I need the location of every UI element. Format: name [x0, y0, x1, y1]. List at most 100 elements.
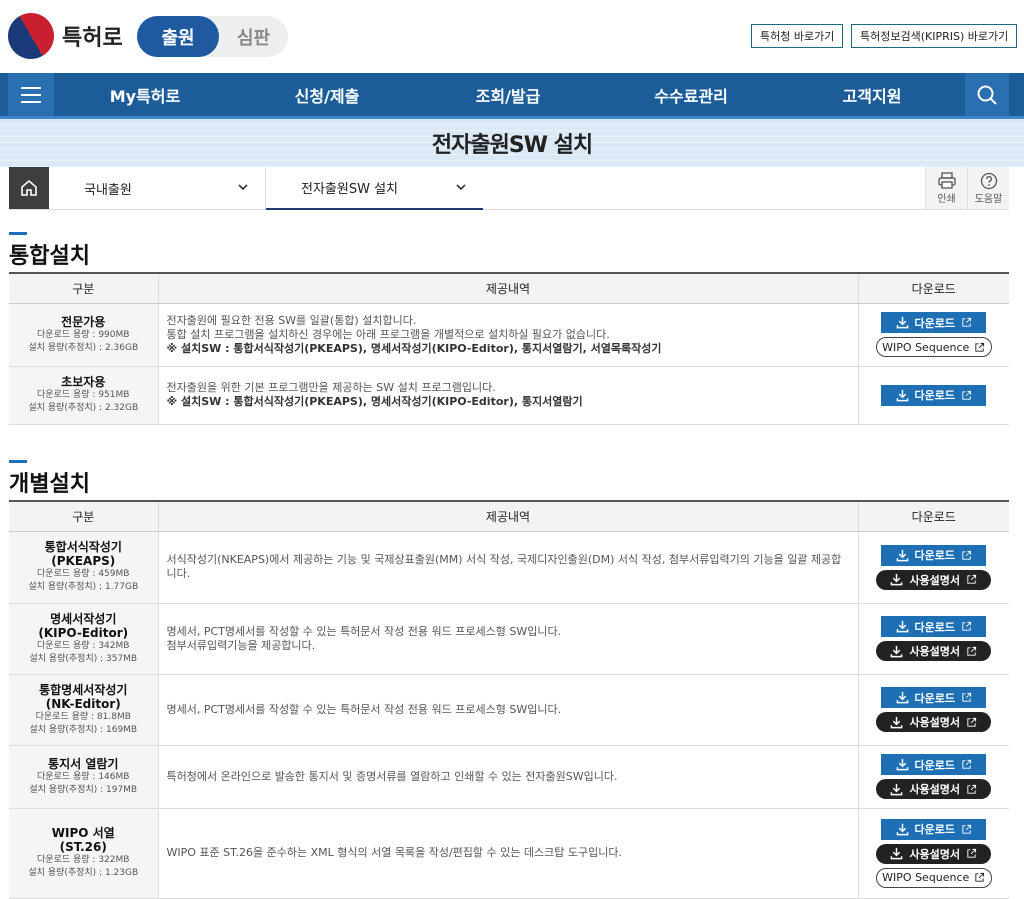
manual-label: 사용설명서 — [909, 783, 961, 796]
integrated-install-title: 통합설치 — [9, 232, 90, 270]
row-description: 전자출원을 위한 기본 프로그램만을 제공하는 SW 설치 프로그램입니다. ※… — [158, 366, 859, 425]
row-category: WIPO 서열 (ST.26) 다운로드 용량 : 322MB 설치 용량(추정… — [9, 808, 159, 899]
nav-inquiry-issue[interactable]: 조회/발급 — [448, 73, 568, 116]
download-size: 다운로드 용량 : 459MB — [37, 569, 130, 579]
row-downloads: 다운로드 — [858, 366, 1009, 425]
manual-button[interactable]: 사용설명서 — [876, 641, 992, 661]
nav-customer-support[interactable]: 고객지원 — [812, 73, 932, 116]
download-button[interactable]: 다운로드 — [881, 687, 987, 708]
row-downloads: 다운로드 사용설명서 — [858, 745, 1009, 809]
col-details: 제공내역 — [158, 272, 859, 304]
row-downloads: 다운로드 사용설명서 — [858, 674, 1009, 746]
print-button[interactable]: 인쇄 — [925, 167, 967, 209]
table-row: 통합명세서작성기 (NK-Editor) 다운로드 용량 : 81.8MB 설치… — [9, 674, 1009, 746]
row-name-sub: (PKEAPS) — [51, 554, 116, 568]
col-download: 다운로드 — [858, 272, 1009, 304]
external-link-icon — [966, 646, 977, 657]
row-name: 통지서 열람기 — [48, 756, 119, 771]
wipo-sequence-button[interactable]: WIPO Sequence — [875, 867, 992, 888]
page-title: 전자출원SW 설치 — [431, 133, 593, 158]
desc-line: 명세서, PCT명세서를 작성할 수 있는 특허문서 작성 전용 워드 프로세스… — [166, 702, 562, 716]
row-downloads: 다운로드 WIPO Sequence — [858, 303, 1009, 367]
row-category: 초보자용 다운로드 용량 : 951MB 설치 용량(추정치) : 2.32GB — [9, 366, 159, 425]
row-description: 특허청에서 온라인으로 발송한 통지서 및 증명서류를 열람하고 인쇄할 수 있… — [158, 745, 859, 809]
col-category: 구분 — [9, 272, 159, 304]
kipris-link[interactable]: 특허정보검색(KIPRIS) 바로가기 — [851, 24, 1018, 48]
install-size: 설치 용량(추정치) : 197MB — [29, 784, 138, 795]
download-icon — [896, 620, 909, 633]
global-nav: My특허로 신청/제출 조회/발급 수수료관리 고객지원 — [0, 73, 1024, 119]
download-size: 다운로드 용량 : 951MB — [37, 390, 130, 400]
breadcrumb: 국내출원 전자출원SW 설치 인쇄 도움말 — [9, 167, 1009, 210]
table-row: 초보자용 다운로드 용량 : 951MB 설치 용량(추정치) : 2.32GB… — [9, 366, 1009, 425]
help-label: 도움말 — [974, 193, 1003, 205]
manual-button[interactable]: 사용설명서 — [876, 712, 992, 732]
table-row: 통합서식작성기 (PKEAPS) 다운로드 용량 : 459MB 설치 용량(추… — [9, 531, 1009, 604]
mode-switch: 출원 심판 — [137, 16, 288, 57]
download-button[interactable]: 다운로드 — [881, 384, 987, 406]
row-description: 명세서, PCT명세서를 작성할 수 있는 특허문서 작성 전용 워드 프로세스… — [158, 674, 859, 746]
download-button[interactable]: 다운로드 — [881, 312, 987, 333]
row-downloads: 다운로드 사용설명서 — [858, 603, 1009, 675]
manual-label: 사용설명서 — [909, 645, 961, 658]
download-button[interactable]: 다운로드 — [881, 754, 987, 775]
col-category: 구분 — [9, 500, 159, 532]
nav-fee-management[interactable]: 수수료관리 — [631, 73, 751, 116]
manual-button[interactable]: 사용설명서 — [876, 569, 992, 590]
download-button[interactable]: 다운로드 — [881, 818, 987, 840]
wipo-sequence-button[interactable]: WIPO Sequence — [875, 337, 992, 357]
site-logo[interactable]: 특허로 — [0, 4, 123, 68]
help-button[interactable]: 도움말 — [967, 167, 1009, 209]
external-link-icon — [961, 621, 972, 632]
kipo-link[interactable]: 특허청 바로가기 — [751, 24, 844, 48]
download-icon — [890, 573, 903, 586]
download-label: 다운로드 — [914, 620, 955, 634]
manual-button[interactable]: 사용설명서 — [876, 843, 992, 864]
install-size: 설치 용량(추정치) : 2.36GB — [28, 342, 139, 353]
manual-button[interactable]: 사용설명서 — [876, 779, 992, 799]
table-row: 통지서 열람기 다운로드 용량 : 146MB 설치 용량(추정치) : 197… — [9, 745, 1009, 809]
mode-application-toggle[interactable]: 출원 — [137, 16, 219, 57]
download-size: 다운로드 용량 : 342MB — [37, 640, 130, 651]
page-banner: 전자출원SW 설치 — [0, 119, 1024, 167]
download-icon — [896, 549, 909, 562]
search-icon[interactable] — [965, 73, 1009, 116]
breadcrumb-sw-install[interactable]: 전자출원SW 설치 — [266, 167, 483, 210]
external-link-icon — [961, 824, 972, 835]
download-icon — [890, 847, 903, 860]
download-button[interactable]: 다운로드 — [881, 544, 987, 566]
download-button[interactable]: 다운로드 — [881, 616, 987, 637]
nav-apply-submit[interactable]: 신청/제출 — [267, 73, 387, 116]
external-link-icon — [974, 872, 985, 883]
row-category: 통합서식작성기 (PKEAPS) 다운로드 용량 : 459MB 설치 용량(추… — [9, 531, 159, 604]
manual-label: 사용설명서 — [909, 716, 961, 729]
install-size: 설치 용량(추정치) : 1.23GB — [28, 868, 139, 878]
hamburger-menu-icon[interactable] — [8, 73, 54, 116]
wipo-label: WIPO Sequence — [882, 871, 970, 884]
breadcrumb-domestic-application[interactable]: 국내출원 — [49, 167, 266, 210]
table-row: WIPO 서열 (ST.26) 다운로드 용량 : 322MB 설치 용량(추정… — [9, 808, 1009, 899]
chevron-down-icon — [238, 184, 248, 191]
home-icon[interactable] — [9, 167, 49, 209]
row-description: 서식작성기(NKEAPS)에서 제공하는 기능 및 국제상표출원(MM) 서식 … — [158, 531, 859, 604]
row-description: WIPO 표준 ST.26을 준수하는 XML 형식의 서열 목록을 작성/편집… — [158, 808, 859, 899]
row-category: 통합명세서작성기 (NK-Editor) 다운로드 용량 : 81.8MB 설치… — [9, 674, 159, 746]
taegeuk-logo-icon — [0, 4, 63, 68]
download-icon — [890, 645, 903, 658]
download-icon — [890, 783, 903, 796]
breadcrumb-level1-label: 국내출원 — [84, 183, 132, 198]
download-icon — [896, 758, 909, 771]
manual-label: 사용설명서 — [909, 573, 961, 587]
nav-my-patent[interactable]: My특허로 — [85, 73, 205, 116]
desc-line: 전자출원에 필요한 전용 SW를 일괄(통합) 설치합니다. — [166, 313, 417, 327]
desc-line: WIPO 표준 ST.26을 준수하는 XML 형식의 서열 목록을 작성/편집… — [166, 846, 622, 859]
row-name: 초보자용 — [61, 375, 106, 389]
row-category: 전문가용 다운로드 용량 : 990MB 설치 용량(추정치) : 2.36GB — [9, 303, 159, 367]
mode-trial-toggle[interactable]: 심판 — [219, 16, 288, 57]
row-name: 명세서작성기 — [50, 611, 117, 626]
manual-label: 사용설명서 — [909, 847, 961, 861]
desc-line: ※ 설치SW : 통합서식작성기(PKEAPS), 명세서작성기(KIPO-Ed… — [166, 341, 662, 355]
external-link-icon — [966, 717, 977, 728]
download-label: 다운로드 — [914, 758, 955, 772]
external-link-icon — [961, 759, 972, 770]
